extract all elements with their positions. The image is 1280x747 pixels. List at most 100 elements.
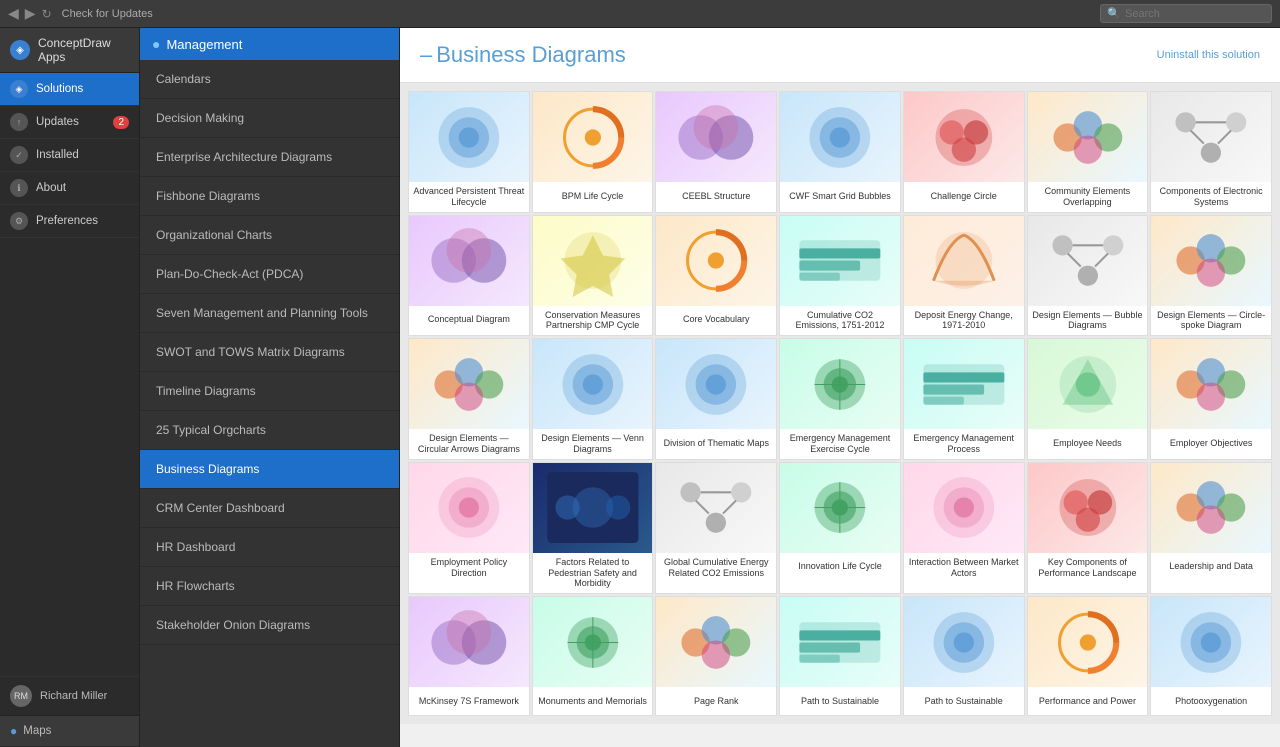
content-grid: Advanced Persistent Threat LifecycleBPM … (400, 83, 1280, 724)
sidebar-app-item[interactable]: ◈ ConceptDraw Apps (0, 28, 139, 73)
middle-panel-item[interactable]: Timeline Diagrams (140, 372, 399, 411)
grid-item[interactable]: Division of Thematic Maps (655, 338, 777, 460)
sidebar-item-installed[interactable]: ✓ Installed (0, 139, 139, 172)
grid-item[interactable]: Leadership and Data (1150, 462, 1272, 594)
refresh-button[interactable]: ↻ (42, 7, 52, 21)
grid-item[interactable]: Factors Related to Pedestrian Safety and… (532, 462, 654, 594)
app-label: ConceptDraw Apps (38, 36, 129, 64)
search-input[interactable] (1125, 8, 1265, 20)
app-icon: ◈ (10, 40, 30, 60)
grid-item[interactable]: Employment Policy Direction (408, 462, 530, 594)
middle-panel-item[interactable]: Seven Management and Planning Tools (140, 294, 399, 333)
grid-thumb (904, 463, 1024, 553)
topbar: ◀ ▶ ↻ Check for Updates 🔍 (0, 0, 1280, 28)
grid-thumb (656, 216, 776, 306)
grid-item[interactable]: Cumulative CO2 Emissions, 1751-2012 (779, 215, 901, 337)
grid-item[interactable]: Interaction Between Market Actors (903, 462, 1025, 594)
grid-item[interactable]: Key Components of Performance Landscape (1027, 462, 1149, 594)
grid-item[interactable]: Photooxygenation (1150, 596, 1272, 716)
grid-item[interactable]: Emergency Management Exercise Cycle (779, 338, 901, 460)
middle-panel-item[interactable]: SWOT and TOWS Matrix Diagrams (140, 333, 399, 372)
grid-item[interactable]: Challenge Circle (903, 91, 1025, 213)
grid-item[interactable]: Design Elements — Circular Arrows Diagra… (408, 338, 530, 460)
grid-item-label: Employee Needs (1028, 429, 1148, 457)
middle-panel-item[interactable]: Enterprise Architecture Diagrams (140, 138, 399, 177)
middle-panel-item[interactable]: Organizational Charts (140, 216, 399, 255)
grid-item-label: Employment Policy Direction (409, 553, 529, 583)
grid-item-label: Innovation Life Cycle (780, 553, 900, 581)
sidebar-item-updates[interactable]: ↑ Updates 2 (0, 106, 139, 139)
grid-item[interactable]: CWF Smart Grid Bubbles (779, 91, 901, 213)
grid-item-label: CWF Smart Grid Bubbles (780, 182, 900, 210)
middle-panel: ● Management CalendarsDecision MakingEnt… (140, 28, 400, 747)
grid-item-label: Employer Objectives (1151, 429, 1271, 457)
grid-item-label: Community Elements Overlapping (1028, 182, 1148, 212)
middle-items-list: CalendarsDecision MakingEnterprise Archi… (140, 60, 399, 645)
sidebar-item-preferences[interactable]: ⚙ Preferences (0, 205, 139, 238)
sidebar-bottom: RM Richard Miller (0, 676, 139, 715)
grid-thumb (1028, 463, 1148, 553)
grid-item-label: Performance and Power (1028, 687, 1148, 715)
grid-item[interactable]: Design Elements — Circle-spoke Diagram (1150, 215, 1272, 337)
search-box[interactable]: 🔍 (1100, 4, 1272, 23)
middle-panel-item[interactable]: 25 Typical Orgcharts (140, 411, 399, 450)
middle-panel-item[interactable]: Decision Making (140, 99, 399, 138)
grid-thumb (409, 92, 529, 182)
middle-panel-item[interactable]: HR Flowcharts (140, 567, 399, 606)
grid-thumb (533, 339, 653, 429)
grid-item[interactable]: Core Vocabulary (655, 215, 777, 337)
grid-item[interactable]: Monuments and Memorials (532, 596, 654, 716)
grid-thumb (1151, 463, 1271, 553)
grid-item-label: Components of Electronic Systems (1151, 182, 1271, 212)
uninstall-link[interactable]: Uninstall this solution (1157, 49, 1260, 61)
middle-panel-item[interactable]: Plan-Do-Check-Act (PDCA) (140, 255, 399, 294)
middle-panel-item[interactable]: Calendars (140, 60, 399, 99)
sidebar-item-solutions[interactable]: ◈ Solutions (0, 73, 139, 106)
grid-item[interactable]: Global Cumulative Energy Related CO2 Emi… (655, 462, 777, 594)
grid-thumb (780, 92, 900, 182)
middle-panel-item[interactable]: CRM Center Dashboard (140, 489, 399, 528)
grid-item[interactable]: CEEBL Structure (655, 91, 777, 213)
grid-item[interactable]: Design Elements — Venn Diagrams (532, 338, 654, 460)
grid-item-label: Interaction Between Market Actors (904, 553, 1024, 583)
sidebar-item-label: Solutions (36, 83, 83, 95)
sidebar-item-about[interactable]: ℹ About (0, 172, 139, 205)
grid-item[interactable]: Conceptual Diagram (408, 215, 530, 337)
grid-thumb (409, 339, 529, 429)
grid-item[interactable]: Components of Electronic Systems (1150, 91, 1272, 213)
grid-item[interactable]: Deposit Energy Change, 1971-2010 (903, 215, 1025, 337)
forward-button[interactable]: ▶ (25, 5, 36, 22)
grid-item[interactable]: Emergency Management Process (903, 338, 1025, 460)
grid-item[interactable]: Community Elements Overlapping (1027, 91, 1149, 213)
grid-thumb (1028, 339, 1148, 429)
sidebar-item-label: Preferences (36, 215, 98, 227)
grid-item[interactable]: BPM Life Cycle (532, 91, 654, 213)
grid-item[interactable]: Conservation Measures Partnership CMP Cy… (532, 215, 654, 337)
grid-item[interactable]: Path to Sustainable (903, 596, 1025, 716)
sidebar: ◈ ConceptDraw Apps ◈ Solutions ↑ Updates… (0, 28, 140, 747)
grid-item[interactable]: Employer Objectives (1150, 338, 1272, 460)
middle-panel-item[interactable]: Stakeholder Onion Diagrams (140, 606, 399, 645)
middle-panel-item[interactable]: Business Diagrams (140, 450, 399, 489)
grid-item[interactable]: Employee Needs (1027, 338, 1149, 460)
grid-thumb (780, 339, 900, 429)
grid-thumb (904, 597, 1024, 687)
grid-item-label: Design Elements — Circle-spoke Diagram (1151, 306, 1271, 336)
grid-item[interactable]: Performance and Power (1027, 596, 1149, 716)
grid-item[interactable]: Page Rank (655, 596, 777, 716)
grid-item[interactable]: Design Elements — Bubble Diagrams (1027, 215, 1149, 337)
grid-item[interactable]: Path to Sustainable (779, 596, 901, 716)
middle-panel-item[interactable]: HR Dashboard (140, 528, 399, 567)
middle-panel-item[interactable]: Fishbone Diagrams (140, 177, 399, 216)
grid-item[interactable]: McKinsey 7S Framework (408, 596, 530, 716)
back-button[interactable]: ◀ (8, 5, 19, 22)
sidebar-maps-item[interactable]: ● Maps (0, 715, 139, 747)
maps-icon: ● (10, 724, 17, 738)
grid-item[interactable]: Innovation Life Cycle (779, 462, 901, 594)
check-updates-label[interactable]: Check for Updates (62, 8, 153, 20)
grid-thumb (409, 463, 529, 553)
grid-thumb (409, 597, 529, 687)
grid-item[interactable]: Advanced Persistent Threat Lifecycle (408, 91, 530, 213)
search-icon: 🔍 (1107, 7, 1121, 20)
content-area: –Business Diagrams Uninstall this soluti… (400, 28, 1280, 747)
